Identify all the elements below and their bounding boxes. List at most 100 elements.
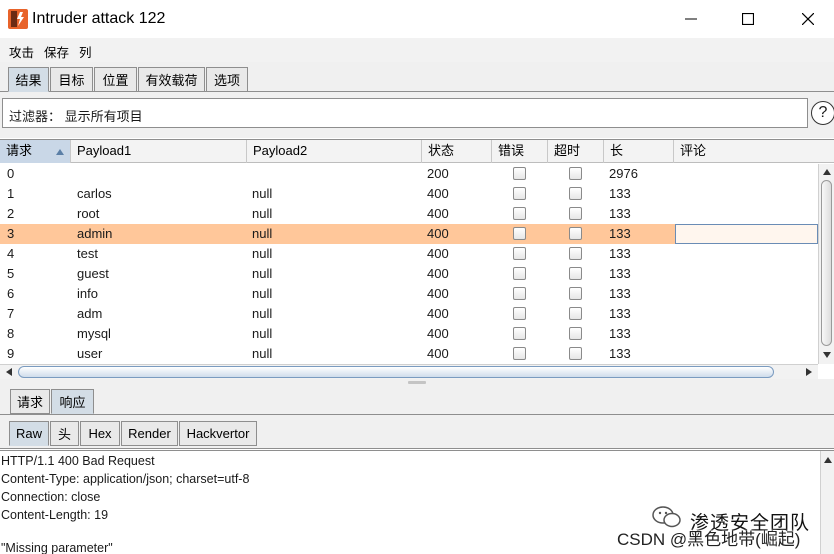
- menu-save[interactable]: 保存: [44, 42, 69, 61]
- tab-positions[interactable]: 位置: [94, 67, 137, 92]
- table-row[interactable]: 4 test null 400 133: [0, 244, 818, 264]
- tab-render[interactable]: Render: [121, 421, 178, 446]
- results-table: 请求 Payload1 Payload2 状态 错误 超时 长 评论 0 200 2…: [0, 139, 834, 379]
- title-bar: Intruder attack 122: [0, 0, 834, 38]
- table-vertical-scroll-thumb[interactable]: [821, 180, 832, 346]
- cell-status: 200: [427, 166, 449, 181]
- scroll-right-icon[interactable]: [802, 365, 816, 379]
- table-row[interactable]: 5 guest null 400 133: [0, 264, 818, 284]
- cell-payload2: null: [252, 326, 273, 341]
- top-tab-strip: 结果 目标 位置 有效载荷 选项: [0, 62, 834, 92]
- cell-request: 3: [7, 226, 15, 241]
- table-horizontal-scroll-thumb[interactable]: [18, 366, 774, 378]
- tab-raw[interactable]: Raw: [9, 421, 49, 446]
- column-header-length[interactable]: 长: [604, 140, 674, 163]
- cell-payload2: null: [252, 286, 273, 301]
- scroll-down-icon[interactable]: [820, 348, 834, 362]
- cell-status: 400: [427, 266, 449, 281]
- tab-options[interactable]: 选项: [206, 67, 248, 92]
- cell-length: 133: [609, 266, 631, 281]
- cell-length: 133: [609, 206, 631, 221]
- sort-ascending-icon: [56, 149, 64, 155]
- table-row[interactable]: 9 user null 400 133: [0, 344, 818, 364]
- error-checkbox: [513, 247, 526, 260]
- cell-payload2: null: [252, 206, 273, 221]
- error-checkbox: [513, 167, 526, 180]
- cell-request: 7: [7, 306, 15, 321]
- timeout-checkbox: [569, 347, 582, 360]
- cell-payload2: null: [252, 226, 273, 241]
- cell-length: 133: [609, 346, 631, 361]
- cell-request: 6: [7, 286, 15, 301]
- table-horizontal-scrollbar[interactable]: [0, 364, 818, 379]
- cell-status: 400: [427, 326, 449, 341]
- table-vertical-scrollbar[interactable]: [818, 164, 834, 364]
- tab-target[interactable]: 目标: [50, 67, 93, 92]
- cell-payload1: info: [77, 286, 98, 301]
- tab-request[interactable]: 请求: [10, 389, 50, 414]
- filter-label: 过滤器： 显示所有项目: [9, 109, 143, 124]
- cell-length: 133: [609, 246, 631, 261]
- menu-columns[interactable]: 列: [79, 42, 92, 61]
- filter-value: 显示所有项目: [64, 109, 143, 124]
- cell-status: 400: [427, 246, 449, 261]
- scroll-up-icon[interactable]: [820, 165, 834, 179]
- column-header-request[interactable]: 请求: [0, 140, 71, 163]
- cell-length: 2976: [609, 166, 638, 181]
- column-header-comment[interactable]: 评论: [674, 140, 834, 163]
- filter-bar[interactable]: 过滤器： 显示所有项目: [2, 98, 808, 128]
- cell-status: 400: [427, 306, 449, 321]
- scroll-left-icon[interactable]: [2, 365, 16, 379]
- table-header: 请求 Payload1 Payload2 状态 错误 超时 长 评论: [0, 140, 834, 163]
- cell-payload1: test: [77, 246, 98, 261]
- table-row[interactable]: 8 mysql null 400 133: [0, 324, 818, 344]
- cell-request: 9: [7, 346, 15, 361]
- table-row[interactable]: 0 200 2976: [0, 164, 818, 184]
- column-header-timeout[interactable]: 超时: [548, 140, 604, 163]
- cell-status: 400: [427, 346, 449, 361]
- timeout-checkbox: [569, 167, 582, 180]
- minimize-button[interactable]: [668, 6, 714, 32]
- timeout-checkbox: [569, 247, 582, 260]
- response-scroll-up-icon[interactable]: [821, 453, 834, 467]
- column-header-status[interactable]: 状态: [422, 140, 492, 163]
- timeout-checkbox: [569, 307, 582, 320]
- cell-payload2: null: [252, 346, 273, 361]
- cell-comment-editing[interactable]: [675, 224, 818, 244]
- help-icon[interactable]: ?: [811, 101, 834, 125]
- column-header-payload1[interactable]: Payload1: [71, 140, 247, 163]
- close-button[interactable]: [785, 6, 831, 32]
- maximize-button[interactable]: [725, 6, 771, 32]
- table-row[interactable]: 3 admin null 400 133: [0, 224, 818, 244]
- pane-splitter[interactable]: [0, 379, 834, 387]
- filter-area: 过滤器： 显示所有项目 ?: [0, 92, 834, 138]
- tab-results[interactable]: 结果: [8, 67, 49, 92]
- cell-request: 1: [7, 186, 15, 201]
- response-vertical-scrollbar[interactable]: [820, 451, 834, 554]
- timeout-checkbox: [569, 287, 582, 300]
- cell-payload2: null: [252, 186, 273, 201]
- table-row[interactable]: 6 info null 400 133: [0, 284, 818, 304]
- splitter-grip-icon[interactable]: [408, 381, 426, 384]
- error-checkbox: [513, 347, 526, 360]
- tab-hackvertor[interactable]: Hackvertor: [179, 421, 257, 446]
- timeout-checkbox: [569, 187, 582, 200]
- timeout-checkbox: [569, 207, 582, 220]
- column-header-payload2[interactable]: Payload2: [247, 140, 422, 163]
- menu-bar: 攻击 保存 列: [0, 38, 834, 62]
- tab-response[interactable]: 响应: [51, 389, 94, 414]
- response-line: HTTP/1.1 400 Bad Request: [1, 454, 155, 468]
- cell-payload1: adm: [77, 306, 103, 321]
- close-icon: [802, 13, 814, 25]
- tab-headers[interactable]: 头: [50, 421, 79, 446]
- table-row[interactable]: 1 carlos null 400 133: [0, 184, 818, 204]
- column-header-error[interactable]: 错误: [492, 140, 548, 163]
- cell-request: 5: [7, 266, 15, 281]
- tab-hex[interactable]: Hex: [80, 421, 120, 446]
- table-row[interactable]: 2 root null 400 133: [0, 204, 818, 224]
- table-row[interactable]: 7 adm null 400 133: [0, 304, 818, 324]
- menu-attack[interactable]: 攻击: [9, 42, 34, 61]
- tab-payloads[interactable]: 有效载荷: [138, 67, 205, 92]
- cell-length: 133: [609, 186, 631, 201]
- cell-payload2: null: [252, 266, 273, 281]
